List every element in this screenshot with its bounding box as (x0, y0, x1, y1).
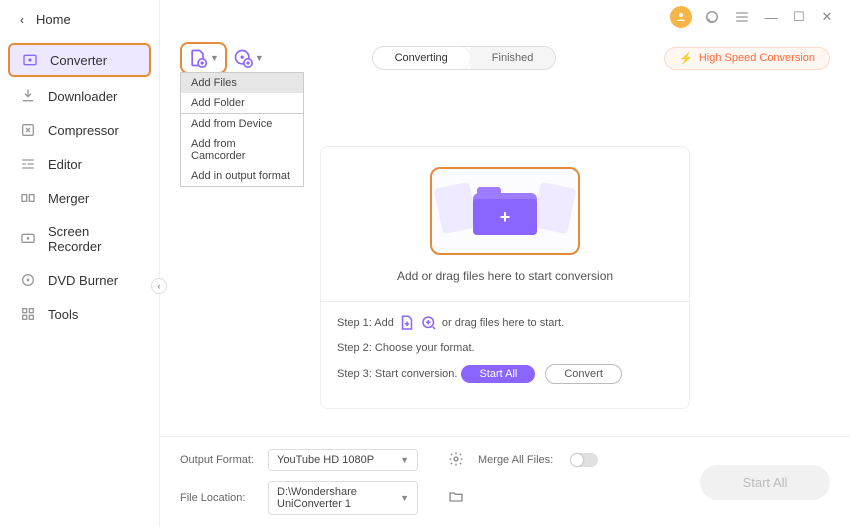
step-3-prefix: Step 3: Start conversion. (337, 368, 457, 380)
output-format-label: Output Format: (180, 454, 268, 466)
dvd-burner-icon (20, 272, 36, 288)
sidebar-item-label: Merger (48, 191, 89, 206)
add-disc-icon[interactable] (420, 314, 438, 332)
folder-icon: + (473, 187, 537, 235)
output-format-select[interactable]: YouTube HD 1080P ▼ (268, 449, 418, 471)
file-location-value: D:\Wondershare UniConverter 1 (277, 486, 400, 510)
step-2-text: Step 2: Choose your format. (337, 342, 475, 354)
maximize-button[interactable]: ☐ (790, 9, 808, 25)
tab-converting[interactable]: Converting (373, 47, 470, 69)
window-header: — ☐ ✕ (160, 0, 850, 34)
merge-all-toggle[interactable] (570, 453, 598, 467)
empty-state-card: + Add or drag files here to start conver… (320, 146, 690, 409)
step-1: Step 1: Add or drag files here to start. (337, 314, 673, 332)
sidebar: ‹ Home Converter Downloader Compressor E… (0, 0, 160, 527)
tools-icon (20, 306, 36, 322)
sidebar-item-label: Converter (50, 53, 107, 68)
dropzone-text: Add or drag files here to start conversi… (321, 269, 689, 283)
minimize-button[interactable]: — (762, 10, 780, 25)
footer: Output Format: YouTube HD 1080P ▼ Merge … (160, 436, 850, 527)
editor-icon (20, 156, 36, 172)
home-nav[interactable]: ‹ Home (0, 0, 159, 39)
sidebar-item-label: DVD Burner (48, 273, 118, 288)
dropdown-add-from-camcorder[interactable]: Add from Camcorder (181, 134, 303, 166)
home-label: Home (36, 12, 71, 27)
screen-recorder-icon (20, 231, 36, 247)
sidebar-item-label: Tools (48, 307, 78, 322)
high-speed-label: High Speed Conversion (699, 52, 815, 64)
output-format-value: YouTube HD 1080P (277, 454, 374, 466)
step-2: Step 2: Choose your format. (337, 342, 673, 354)
add-disc-button[interactable]: ▼ (233, 48, 264, 68)
menu-icon[interactable] (732, 7, 752, 27)
sidebar-item-editor[interactable]: Editor (8, 149, 151, 179)
high-speed-button[interactable]: ⚡ High Speed Conversion (664, 47, 830, 70)
compressor-icon (20, 122, 36, 138)
ghost-doc-icon (532, 182, 577, 234)
sidebar-item-dvd-burner[interactable]: DVD Burner (8, 265, 151, 295)
dropdown-add-files[interactable]: Add Files (181, 73, 303, 93)
add-disc-icon (233, 48, 253, 68)
sidebar-item-converter[interactable]: Converter (8, 43, 151, 77)
sidebar-item-screen-recorder[interactable]: Screen Recorder (8, 217, 151, 261)
file-location-select[interactable]: D:\Wondershare UniConverter 1 ▼ (268, 481, 418, 515)
sidebar-item-label: Editor (48, 157, 82, 172)
file-location-label: File Location: (180, 492, 268, 504)
tab-finished[interactable]: Finished (470, 47, 556, 69)
chevron-down-icon: ▼ (400, 455, 409, 465)
merger-icon (20, 190, 36, 206)
add-file-icon (188, 48, 208, 68)
step-1-suffix: or drag files here to start. (442, 317, 564, 329)
start-all-mini-button[interactable]: Start All (461, 365, 535, 383)
toolbar: ▼ ▼ Converting Finished ⚡ High Speed Con… (160, 34, 850, 82)
chevron-down-icon: ▼ (400, 493, 409, 503)
dropzone[interactable]: + (430, 167, 580, 255)
downloader-icon (20, 88, 36, 104)
user-avatar[interactable] (670, 6, 692, 28)
merge-label: Merge All Files: (478, 454, 570, 466)
sidebar-item-merger[interactable]: Merger (8, 183, 151, 213)
support-icon[interactable] (702, 7, 722, 27)
sidebar-item-downloader[interactable]: Downloader (8, 81, 151, 111)
sidebar-item-tools[interactable]: Tools (8, 299, 151, 329)
output-settings-icon[interactable] (448, 451, 464, 470)
step-1-prefix: Step 1: Add (337, 317, 394, 329)
status-tabs: Converting Finished (372, 46, 557, 70)
step-3: Step 3: Start conversion. Start All Conv… (337, 364, 673, 384)
add-files-dropdown: Add Files Add Folder Add from Device Add… (180, 72, 304, 187)
open-folder-icon[interactable] (448, 489, 464, 508)
sidebar-item-label: Compressor (48, 123, 119, 138)
sidebar-item-compressor[interactable]: Compressor (8, 115, 151, 145)
bolt-icon: ⚡ (679, 52, 693, 65)
ghost-doc-icon (434, 182, 479, 234)
user-icon (675, 11, 687, 23)
close-button[interactable]: ✕ (818, 9, 836, 25)
add-file-icon[interactable] (398, 314, 416, 332)
dropdown-add-folder[interactable]: Add Folder (181, 93, 303, 113)
back-chevron-icon: ‹ (20, 13, 24, 27)
chevron-down-icon: ▼ (255, 53, 264, 63)
dropdown-add-from-device[interactable]: Add from Device (181, 114, 303, 134)
chevron-down-icon: ▼ (210, 53, 219, 63)
convert-mini-button[interactable]: Convert (545, 364, 622, 384)
add-files-highlight: ▼ (180, 42, 227, 74)
converter-icon (22, 52, 38, 68)
start-all-button[interactable]: Start All (700, 465, 830, 500)
dropdown-add-in-output-format[interactable]: Add in output format (181, 166, 303, 186)
sidebar-item-label: Downloader (48, 89, 117, 104)
add-files-button[interactable]: ▼ (188, 48, 219, 68)
sidebar-item-label: Screen Recorder (48, 224, 139, 254)
